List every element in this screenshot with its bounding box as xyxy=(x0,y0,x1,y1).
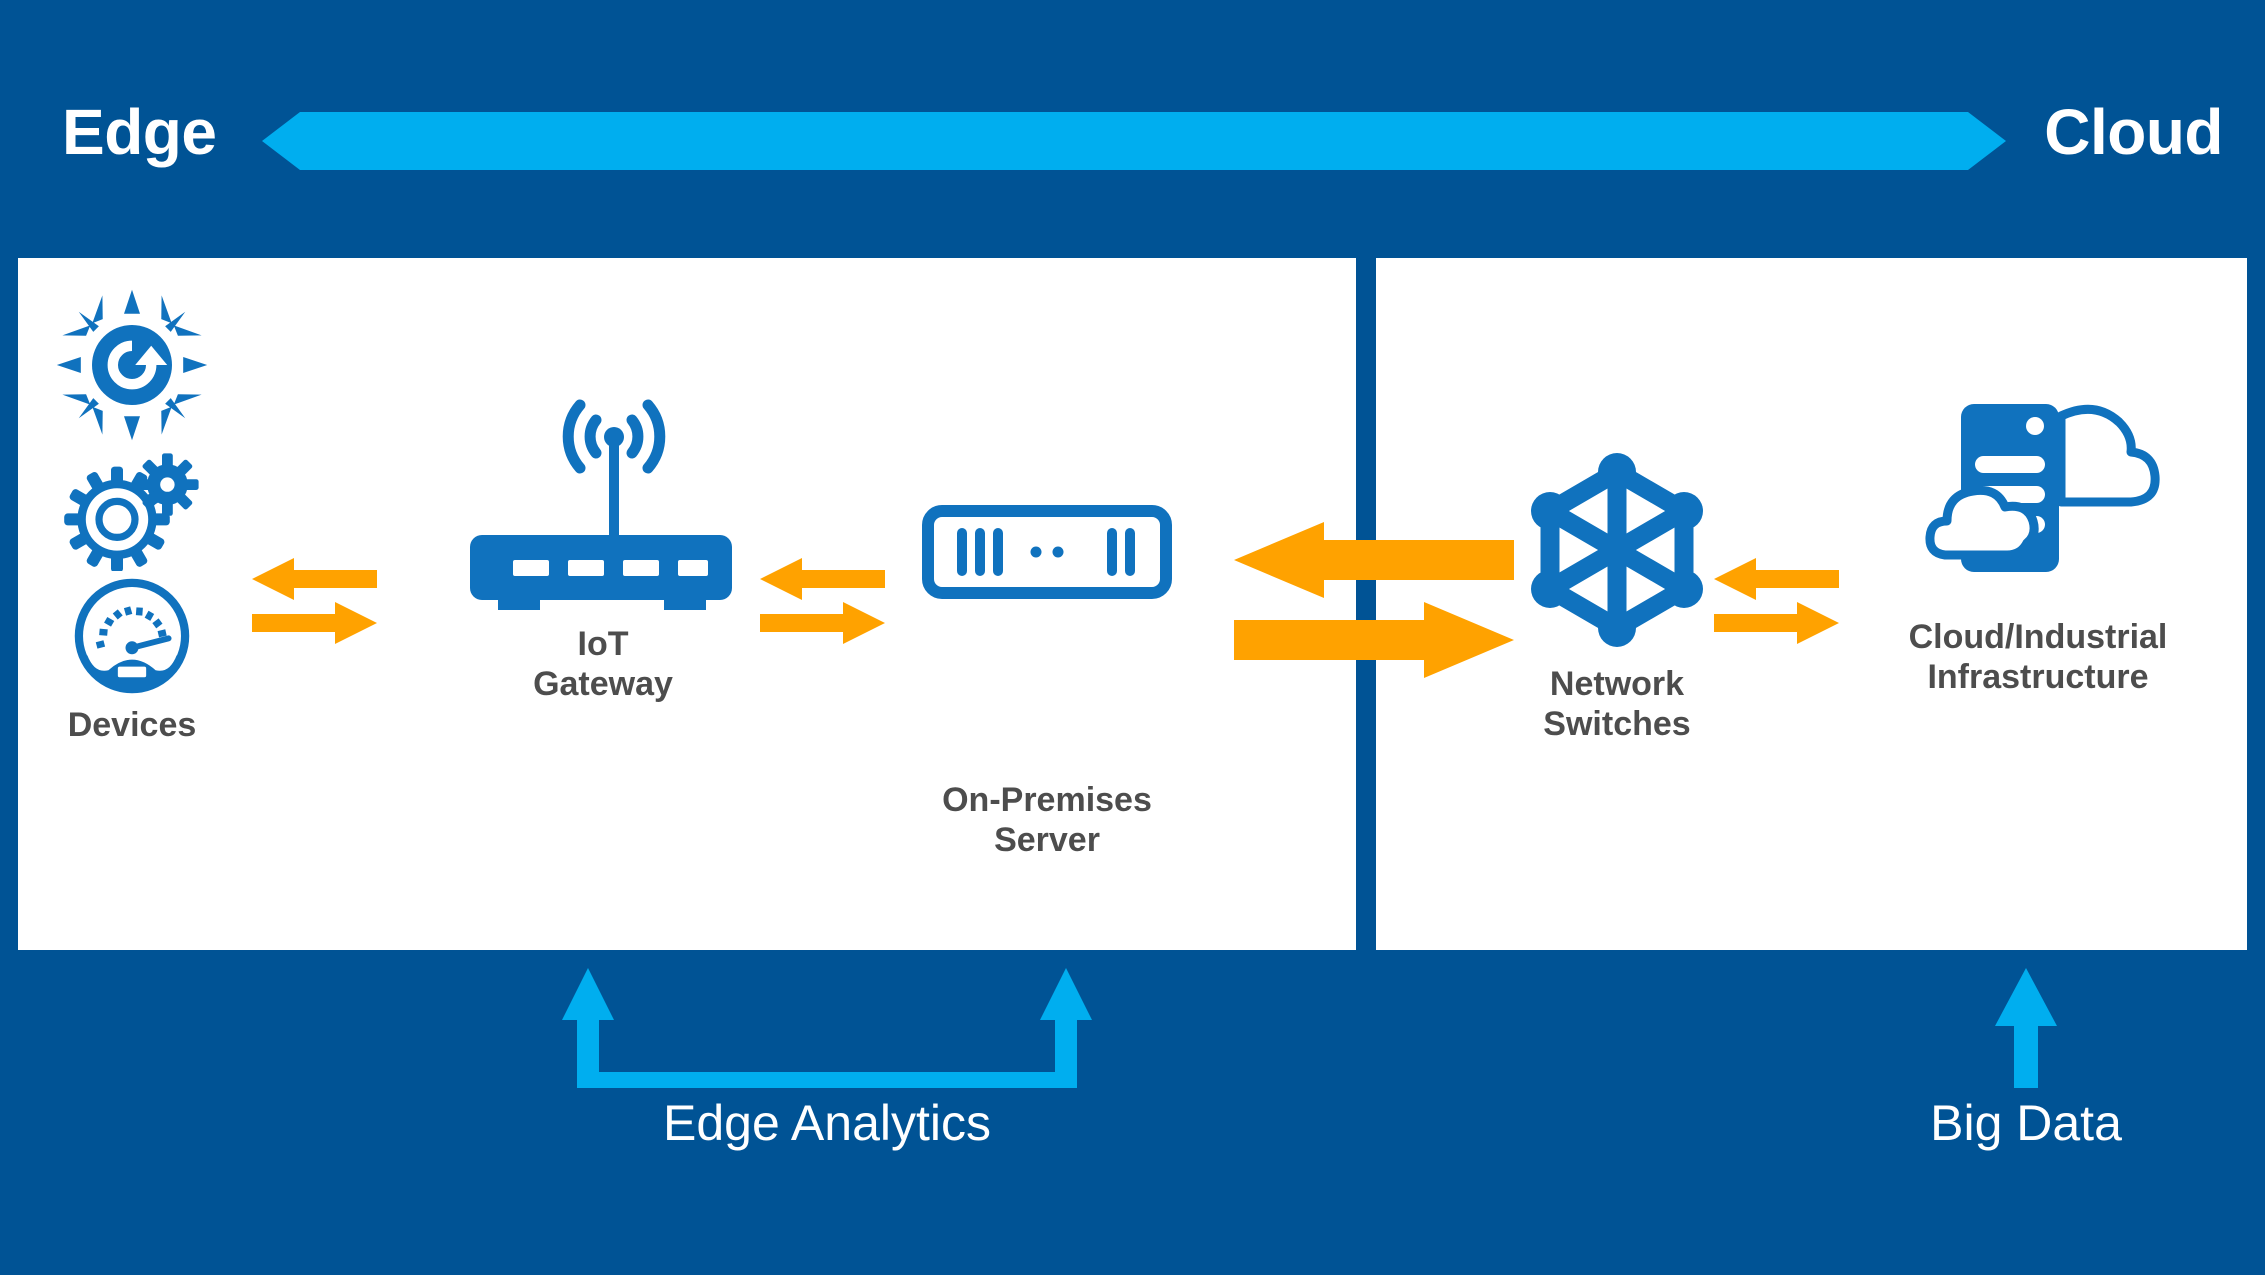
big-data-label: Big Data xyxy=(1930,1095,2122,1151)
connector-devices-to-gateway-icon xyxy=(252,558,377,644)
connector-server-to-switches-icon xyxy=(1234,522,1514,678)
rack-server-icon xyxy=(922,505,1172,599)
node-server-label: On-Premises Server xyxy=(942,781,1152,860)
node-devices-label: Devices xyxy=(67,706,197,744)
wireless-router-icon xyxy=(470,399,732,610)
devices-icon-stack xyxy=(18,285,246,695)
big-data-arrow-icon xyxy=(1995,968,2057,1088)
connector-switches-to-cloud-icon xyxy=(1714,558,1839,644)
gears-icon xyxy=(64,453,199,571)
header-band: Edge Cloud xyxy=(0,0,2265,258)
sensor-refresh-icon xyxy=(56,289,208,441)
server-cloud-icon xyxy=(1925,404,2160,572)
node-gateway[interactable]: IoT Gateway xyxy=(436,380,770,704)
node-cloud-label: Cloud/Industrial Infrastructure xyxy=(1908,618,2168,697)
gauge-icon xyxy=(74,578,190,694)
node-devices[interactable]: Devices xyxy=(18,285,246,745)
edge-analytics-bracket-icon xyxy=(562,968,1092,1088)
node-cloud[interactable]: Cloud/Industrial Infrastructure xyxy=(1828,380,2248,697)
edge-analytics-label: Edge Analytics xyxy=(663,1095,991,1151)
node-server[interactable]: On-Premises Server xyxy=(880,380,1214,860)
connector-gateway-to-server-icon xyxy=(760,558,885,644)
node-gateway-label: IoT Gateway xyxy=(533,625,673,704)
edge-cloud-spectrum-arrow-icon xyxy=(262,112,2006,170)
cloud-label: Cloud xyxy=(2044,96,2223,168)
edge-label: Edge xyxy=(62,96,217,168)
network-mesh-icon xyxy=(1531,453,1703,647)
